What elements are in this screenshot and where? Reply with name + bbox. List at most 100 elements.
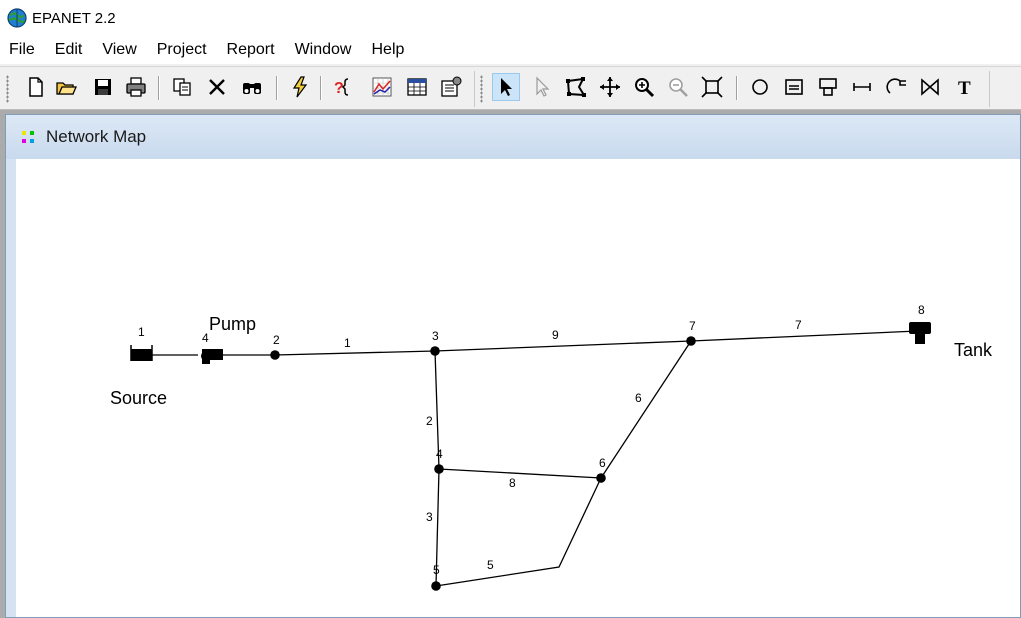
delete-x-icon [209, 79, 225, 95]
copy-button[interactable] [168, 73, 196, 101]
pipe-link[interactable] [274, 350, 436, 356]
print-button[interactable] [122, 73, 150, 101]
zoom-out-icon [669, 78, 688, 97]
add-pump-button[interactable] [882, 73, 910, 101]
pan-button[interactable] [596, 73, 624, 101]
node-id-label: 5 [433, 563, 440, 577]
toolbar: ? T [0, 66, 1021, 110]
junction-node[interactable] [434, 464, 444, 474]
full-extent-button[interactable] [698, 73, 726, 101]
pipe-link[interactable] [438, 468, 602, 479]
menu-report[interactable]: Report [217, 41, 285, 59]
text-label-icon: T [958, 78, 971, 99]
graph-icon [372, 77, 392, 97]
network-map-canvas[interactable]: 1 2 3 4 5 6 7 8 1 2 3 4 5 6 7 8 9 Source [16, 159, 1020, 617]
add-valve-button[interactable] [916, 73, 944, 101]
add-pipe-button[interactable] [848, 73, 876, 101]
junction-node[interactable] [596, 473, 606, 483]
region-select-icon [566, 77, 586, 97]
toolbar-divider [989, 71, 990, 107]
toolbar-grip[interactable] [480, 75, 483, 103]
tank-label[interactable]: Tank [954, 340, 993, 360]
title-bar: EPANET 2.2 [0, 0, 1021, 36]
pump-icon [886, 78, 906, 94]
new-file-icon [29, 77, 43, 97]
junction-node[interactable] [431, 581, 441, 591]
zoom-in-button[interactable] [630, 73, 658, 101]
hollow-pointer-icon [536, 76, 550, 97]
menu-project[interactable]: Project [147, 41, 217, 59]
table-icon [407, 78, 427, 96]
graph-button[interactable] [368, 73, 396, 101]
node-id-label: 3 [432, 329, 439, 343]
node-id-label: 1 [138, 325, 145, 339]
zoom-in-icon [635, 78, 655, 98]
add-label-button[interactable]: T [952, 73, 980, 101]
binoculars-icon [243, 83, 261, 94]
menu-file[interactable]: File [0, 41, 45, 59]
network-map-title-bar[interactable]: Network Map [6, 115, 1020, 159]
menu-help[interactable]: Help [361, 41, 414, 59]
options-button[interactable] [437, 73, 465, 101]
arrow-pointer-icon [501, 78, 512, 96]
full-extent-icon [701, 76, 723, 98]
tank-node[interactable] [909, 322, 931, 344]
printer-icon [126, 77, 146, 97]
link-id-label: 4 [202, 331, 209, 345]
junction-node[interactable] [270, 350, 280, 360]
pipe-link[interactable] [600, 340, 692, 479]
menu-view[interactable]: View [92, 41, 146, 59]
menu-window[interactable]: Window [285, 41, 362, 59]
save-disk-icon [95, 79, 111, 95]
select-object-button[interactable] [492, 73, 520, 101]
pipe-link[interactable] [435, 477, 602, 587]
select-region-button[interactable] [562, 73, 590, 101]
options-icon [441, 76, 462, 97]
link-id-label: 2 [426, 414, 433, 428]
query-button[interactable]: ? [330, 73, 358, 101]
pan-arrows-icon [600, 77, 620, 97]
pipe-link[interactable] [690, 330, 919, 342]
reservoir-icon [785, 79, 803, 95]
new-file-button[interactable] [22, 73, 50, 101]
svg-text:T: T [958, 78, 971, 99]
add-tank-button[interactable] [814, 73, 842, 101]
menu-edit[interactable]: Edit [45, 41, 93, 59]
zoom-out-button[interactable] [664, 73, 692, 101]
node-id-label: 8 [918, 303, 925, 317]
select-vertex-button[interactable] [528, 73, 556, 101]
toolbar-separator [158, 76, 160, 100]
link-id-label: 1 [344, 336, 351, 350]
add-junction-button[interactable] [746, 73, 774, 101]
link-id-label: 8 [509, 476, 516, 490]
pump-label[interactable]: Pump [209, 314, 256, 334]
link-id-label: 3 [426, 510, 433, 524]
link-id-label: 5 [487, 558, 494, 572]
network-map-window[interactable]: Network Map 1 2 3 4 5 6 7 8 1 2 3 4 5 6 … [5, 114, 1021, 618]
network-map-icon [22, 131, 34, 143]
table-button[interactable] [403, 73, 431, 101]
run-analysis-button[interactable] [286, 73, 314, 101]
epanet-logo-icon [7, 8, 27, 28]
find-button[interactable] [238, 73, 266, 101]
junction-node[interactable] [430, 346, 440, 356]
network-map-title: Network Map [46, 127, 147, 146]
app-title: EPANET 2.2 [32, 9, 116, 27]
toolbar-separator [276, 76, 278, 100]
toolbar-grip[interactable] [6, 75, 9, 103]
reservoir-node[interactable] [130, 345, 153, 361]
menu-bar: File Edit View Project Report Window Hel… [0, 36, 1021, 64]
junction-node[interactable] [686, 336, 696, 346]
add-reservoir-button[interactable] [780, 73, 808, 101]
node-id-label: 6 [599, 456, 606, 470]
valve-icon [921, 78, 939, 96]
tank-icon [819, 78, 837, 96]
node-id-label: 2 [273, 333, 280, 347]
delete-button[interactable] [203, 73, 231, 101]
save-button[interactable] [89, 73, 117, 101]
pipe-link[interactable] [434, 340, 692, 352]
open-file-button[interactable] [52, 73, 80, 101]
node-id-label: 7 [689, 319, 696, 333]
pump-symbol[interactable] [201, 349, 223, 364]
source-label[interactable]: Source [110, 388, 167, 408]
